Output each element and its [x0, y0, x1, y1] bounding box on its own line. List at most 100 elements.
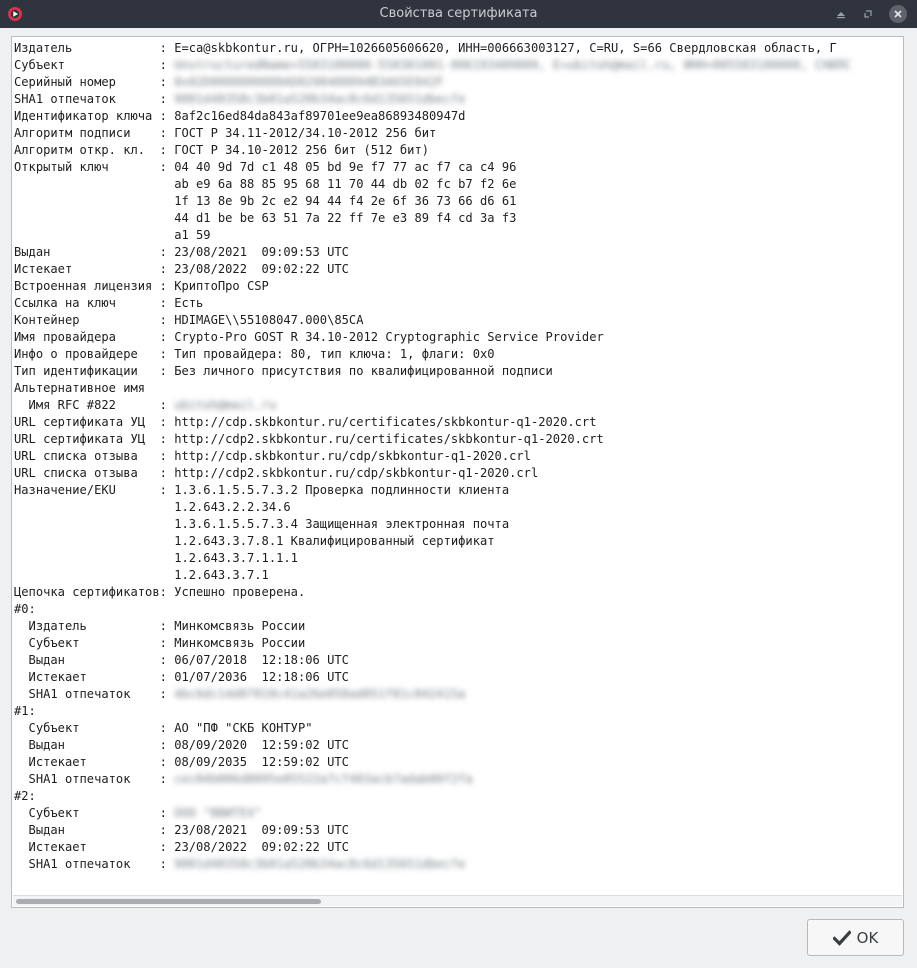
detail-label: Серийный номер : — [14, 75, 175, 89]
detail-label: #1: — [14, 704, 36, 718]
detail-label: Идентификатор ключа : — [14, 109, 175, 123]
detail-label: Алгоритм откр. кл. : — [14, 143, 175, 157]
detail-label: Открытый ключ : — [14, 160, 175, 174]
detail-line: Выдан : 08/09/2020 12:59:02 UTC — [14, 737, 349, 754]
detail-value: АО "ПФ "СКБ КОНТУР" — [174, 721, 313, 735]
detail-label: URL списка отзыва : — [14, 449, 175, 463]
ok-button[interactable]: OK — [807, 919, 904, 956]
detail-line: Идентификатор ключа : 8af2c16ed84da843af… — [14, 108, 465, 125]
detail-value: 1.3.6.1.5.5.7.3.4 Защищенная электронная… — [174, 517, 510, 531]
detail-line: 1.2.643.3.7.1.1.1 — [14, 550, 298, 567]
detail-line: Субъект : ООО "ВВИТЕХ" — [14, 805, 262, 822]
detail-value: ab e9 6a 88 85 95 68 11 70 44 db 02 fc b… — [174, 177, 517, 191]
detail-value: cec04b006d8095e85522a7cf403acb7adab00f2f… — [174, 772, 473, 786]
detail-label: SHA1 отпечаток : — [14, 92, 175, 106]
detail-value: ГОСТ Р 34.11-2012/34.10-2012 256 бит — [174, 126, 437, 140]
detail-label: URL сертификата УЦ : — [14, 415, 175, 429]
detail-value: 0x02D0000000000AD0290400094B3A65E042F — [174, 75, 444, 89]
detail-value: Без личного присутствия по квалифицирова… — [174, 364, 553, 378]
detail-value: 23/08/2022 09:02:22 UTC — [174, 262, 349, 276]
detail-label: Выдан : — [14, 738, 175, 752]
detail-label: Выдан : — [14, 245, 175, 259]
detail-line: Ссылка на ключ : Есть — [14, 295, 203, 312]
detail-line: Тип идентификации : Без личного присутст… — [14, 363, 553, 380]
detail-label: URL списка отзыва : — [14, 466, 175, 480]
detail-label: SHA1 отпечаток : — [14, 772, 175, 786]
detail-line: Истекает : 23/08/2022 09:02:22 UTC — [14, 839, 349, 856]
detail-label — [14, 194, 174, 208]
detail-line: a1 59 — [14, 227, 210, 244]
detail-value: Crypto-Pro GOST R 34.10-2012 Cryptograph… — [174, 330, 604, 344]
detail-value: 9001d48358c3b01a520b34ac8c6d135651dbecfe — [174, 857, 466, 871]
detail-line: URL списка отзыва : http://cdp2.skbkontu… — [14, 465, 538, 482]
detail-label: Имя RFC #822 : — [14, 398, 175, 412]
detail-line: Алгоритм подписи : ГОСТ Р 34.11-2012/34.… — [14, 125, 436, 142]
detail-value: http://cdp2.skbkontur.ru/cdp/skbkontur-q… — [174, 466, 539, 480]
detail-line: #1: — [14, 703, 36, 720]
detail-line: Открытый ключ : 04 40 9d 7d c1 48 05 bd … — [14, 159, 516, 176]
detail-label: Субъект : — [14, 806, 175, 820]
horizontal-scrollbar[interactable] — [13, 895, 902, 906]
detail-label: Ссылка на ключ : — [14, 296, 175, 310]
scrollbar-thumb[interactable] — [16, 899, 321, 904]
detail-line: 1.3.6.1.5.5.7.3.4 Защищенная электронная… — [14, 516, 509, 533]
detail-label: Издатель : — [14, 619, 175, 633]
certificate-details-pane[interactable]: Издатель : E=ca@skbkontur.ru, ОГРН=10266… — [11, 36, 904, 908]
minimize-icon[interactable] — [834, 7, 848, 21]
detail-label: Субъект : — [14, 721, 175, 735]
detail-label: Истекает : — [14, 840, 175, 854]
detail-line: #0: — [14, 601, 36, 618]
detail-value: ООО "ВВИТЕХ" — [174, 806, 262, 820]
detail-value: 1.2.643.3.7.1 — [174, 568, 269, 582]
detail-label — [14, 211, 174, 225]
detail-line: URL сертификата УЦ : http://cdp2.skbkont… — [14, 431, 604, 448]
detail-value: 1f 13 8e 9b 2c e2 94 44 f4 2e 6f 36 73 6… — [174, 194, 517, 208]
detail-line: 1.2.643.3.7.8.1 Квалифицированный сертиф… — [14, 533, 495, 550]
detail-label: Инфо о провайдере : — [14, 347, 175, 361]
detail-value: E=ca@skbkontur.ru, ОГРН=1026605606620, И… — [174, 41, 837, 55]
detail-value: 1.2.643.3.7.8.1 Квалифицированный сертиф… — [174, 534, 495, 548]
detail-line: Субъект : UnstructuredName=5503100000-55… — [14, 57, 851, 74]
detail-value: ГОСТ Р 34.10-2012 256 бит (512 бит) — [174, 143, 430, 157]
detail-value: Минкомсвязь России — [174, 619, 306, 633]
detail-label: Назначение/EKU : — [14, 483, 175, 497]
detail-value: 23/08/2021 09:09:53 UTC — [174, 245, 349, 259]
detail-label: Субъект : — [14, 636, 175, 650]
detail-line: SHA1 отпечаток : 9001d48358c3b01a520b34a… — [14, 856, 466, 873]
detail-value: http://cdp.skbkontur.ru/cdp/skbkontur-q1… — [174, 449, 531, 463]
detail-label: URL сертификата УЦ : — [14, 432, 175, 446]
detail-value: 8af2c16ed84da843af89701ee9ea86893480947d — [174, 109, 466, 123]
detail-value: 1.2.643.2.2.34.6 — [174, 500, 291, 514]
detail-label: Субъект : — [14, 58, 175, 72]
detail-label — [14, 228, 174, 242]
detail-line: Выдан : 23/08/2021 09:09:53 UTC — [14, 822, 349, 839]
detail-line: Истекает : 01/07/2036 12:18:06 UTC — [14, 669, 349, 686]
title-bar[interactable]: Свойства сертификата — [0, 0, 917, 28]
detail-line: Алгоритм откр. кл. : ГОСТ Р 34.10-2012 2… — [14, 142, 429, 159]
detail-line: Инфо о провайдере : Тип провайдера: 80, … — [14, 346, 495, 363]
detail-line: Издатель : Минкомсвязь России — [14, 618, 306, 635]
detail-value: ubitoh@mail.ru — [174, 398, 277, 412]
detail-line: 1.2.643.2.2.34.6 — [14, 499, 291, 516]
detail-value: 9001d48358c3b01a520b34ac8c6d135651dbecfe — [174, 92, 466, 106]
detail-line: 1.2.643.3.7.1 — [14, 567, 269, 584]
detail-label — [14, 568, 174, 582]
detail-line: Субъект : АО "ПФ "СКБ КОНТУР" — [14, 720, 313, 737]
detail-line: Встроенная лицензия : КриптоПро CSP — [14, 278, 269, 295]
detail-value: UnstructuredName=5503100000-550301001-00… — [174, 58, 852, 72]
detail-line: 44 d1 be be 63 51 7a 22 ff 7e e3 89 f4 c… — [14, 210, 516, 227]
detail-value: http://cdp2.skbkontur.ru/certificates/sk… — [174, 432, 604, 446]
detail-value: Минкомсвязь России — [174, 636, 306, 650]
detail-label — [14, 500, 174, 514]
detail-line: Выдан : 06/07/2018 12:18:06 UTC — [14, 652, 349, 669]
restore-icon[interactable] — [861, 7, 875, 21]
detail-label: Контейнер : — [14, 313, 175, 327]
detail-line: Субъект : Минкомсвязь России — [14, 635, 306, 652]
detail-line: SHA1 отпечаток : 4bc6dc14d07018c41a26e05… — [14, 686, 466, 703]
detail-value: 01/07/2036 12:18:06 UTC — [174, 670, 349, 684]
close-icon[interactable] — [889, 5, 907, 23]
detail-label: Встроенная лицензия : — [14, 279, 175, 293]
detail-label: #2: — [14, 789, 36, 803]
detail-label: Выдан : — [14, 653, 175, 667]
check-icon — [832, 929, 851, 946]
